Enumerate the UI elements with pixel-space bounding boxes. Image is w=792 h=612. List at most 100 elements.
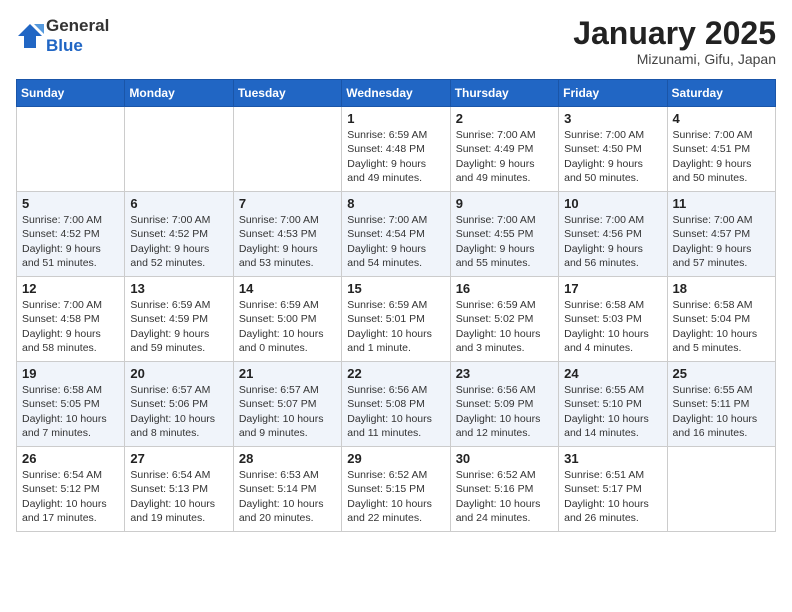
calendar-header: SundayMondayTuesdayWednesdayThursdayFrid… (17, 80, 776, 107)
day-number: 4 (673, 111, 770, 126)
calendar-cell: 2 Sunrise: 7:00 AMSunset: 4:49 PMDaylight… (450, 107, 558, 192)
day-number: 6 (130, 196, 227, 211)
calendar-cell: 1 Sunrise: 6:59 AMSunset: 4:48 PMDaylight… (342, 107, 450, 192)
day-detail: Sunrise: 7:00 AMSunset: 4:57 PMDaylight:… (673, 213, 770, 270)
day-number: 5 (22, 196, 119, 211)
calendar-cell: 21Sunrise: 6:57 AMSunset: 5:07 PMDayligh… (233, 362, 341, 447)
day-detail: Sunrise: 6:59 AMSunset: 5:01 PMDaylight:… (347, 298, 444, 355)
day-number: 18 (673, 281, 770, 296)
day-number: 7 (239, 196, 336, 211)
day-detail: Sunrise: 7:00 AMSunset: 4:52 PMDaylight:… (130, 213, 227, 270)
weekday-header-sunday: Sunday (17, 80, 125, 107)
day-detail: Sunrise: 6:58 AMSunset: 5:04 PMDaylight:… (673, 298, 770, 355)
day-number: 26 (22, 451, 119, 466)
day-number: 8 (347, 196, 444, 211)
day-detail: Sunrise: 6:51 AMSunset: 5:17 PMDaylight:… (564, 468, 661, 525)
day-number: 3 (564, 111, 661, 126)
weekday-header-saturday: Saturday (667, 80, 775, 107)
calendar-cell (17, 107, 125, 192)
day-number: 13 (130, 281, 227, 296)
calendar-cell: 7 Sunrise: 7:00 AMSunset: 4:53 PMDaylight… (233, 192, 341, 277)
day-detail: Sunrise: 7:00 AMSunset: 4:56 PMDaylight:… (564, 213, 661, 270)
day-detail: Sunrise: 6:54 AMSunset: 5:12 PMDaylight:… (22, 468, 119, 525)
day-number: 10 (564, 196, 661, 211)
day-number: 29 (347, 451, 444, 466)
calendar-cell (667, 447, 775, 532)
day-detail: Sunrise: 6:59 AMSunset: 5:02 PMDaylight:… (456, 298, 553, 355)
day-number: 9 (456, 196, 553, 211)
calendar-cell: 12Sunrise: 7:00 AMSunset: 4:58 PMDayligh… (17, 277, 125, 362)
calendar-cell (233, 107, 341, 192)
logo: General Blue (16, 16, 109, 56)
day-detail: Sunrise: 6:58 AMSunset: 5:03 PMDaylight:… (564, 298, 661, 355)
day-detail: Sunrise: 6:52 AMSunset: 5:16 PMDaylight:… (456, 468, 553, 525)
calendar-cell: 17 Sunrise: 6:58 AMSunset: 5:03 PMDayligh… (559, 277, 667, 362)
weekday-header-tuesday: Tuesday (233, 80, 341, 107)
calendar-cell: 20Sunrise: 6:57 AMSunset: 5:06 PMDayligh… (125, 362, 233, 447)
calendar-cell: 6 Sunrise: 7:00 AMSunset: 4:52 PMDaylight… (125, 192, 233, 277)
day-number: 1 (347, 111, 444, 126)
logo-general: General (46, 16, 109, 35)
day-detail: Sunrise: 6:56 AMSunset: 5:09 PMDaylight:… (456, 383, 553, 440)
day-number: 27 (130, 451, 227, 466)
calendar-cell: 3 Sunrise: 7:00 AMSunset: 4:50 PMDaylight… (559, 107, 667, 192)
day-detail: Sunrise: 7:00 AMSunset: 4:51 PMDaylight:… (673, 128, 770, 185)
day-number: 16 (456, 281, 553, 296)
day-number: 28 (239, 451, 336, 466)
day-number: 22 (347, 366, 444, 381)
day-detail: Sunrise: 7:00 AMSunset: 4:55 PMDaylight:… (456, 213, 553, 270)
calendar-cell: 27 Sunrise: 6:54 AMSunset: 5:13 PMDayligh… (125, 447, 233, 532)
calendar-cell: 31 Sunrise: 6:51 AMSunset: 5:17 PMDayligh… (559, 447, 667, 532)
weekday-header-wednesday: Wednesday (342, 80, 450, 107)
day-number: 15 (347, 281, 444, 296)
day-number: 30 (456, 451, 553, 466)
weekday-header-thursday: Thursday (450, 80, 558, 107)
calendar-cell: 22 Sunrise: 6:56 AMSunset: 5:08 PMDayligh… (342, 362, 450, 447)
calendar-cell: 8Sunrise: 7:00 AMSunset: 4:54 PMDaylight… (342, 192, 450, 277)
calendar-cell: 18 Sunrise: 6:58 AMSunset: 5:04 PMDayligh… (667, 277, 775, 362)
calendar-cell: 30 Sunrise: 6:52 AMSunset: 5:16 PMDayligh… (450, 447, 558, 532)
calendar-cell: 19Sunrise: 6:58 AMSunset: 5:05 PMDayligh… (17, 362, 125, 447)
calendar-cell: 13 Sunrise: 6:59 AMSunset: 4:59 PMDayligh… (125, 277, 233, 362)
calendar-cell: 26 Sunrise: 6:54 AMSunset: 5:12 PMDayligh… (17, 447, 125, 532)
calendar-cell: 4 Sunrise: 7:00 AMSunset: 4:51 PMDaylight… (667, 107, 775, 192)
calendar-cell: 14Sunrise: 6:59 AMSunset: 5:00 PMDayligh… (233, 277, 341, 362)
day-detail: Sunrise: 6:55 AMSunset: 5:10 PMDaylight:… (564, 383, 661, 440)
day-detail: Sunrise: 6:58 AMSunset: 5:05 PMDaylight:… (22, 383, 119, 440)
day-number: 31 (564, 451, 661, 466)
day-detail: Sunrise: 6:56 AMSunset: 5:08 PMDaylight:… (347, 383, 444, 440)
day-detail: Sunrise: 7:00 AMSunset: 4:58 PMDaylight:… (22, 298, 119, 355)
day-detail: Sunrise: 6:52 AMSunset: 5:15 PMDaylight:… (347, 468, 444, 525)
day-number: 24 (564, 366, 661, 381)
calendar-cell: 29 Sunrise: 6:52 AMSunset: 5:15 PMDayligh… (342, 447, 450, 532)
day-number: 2 (456, 111, 553, 126)
day-number: 23 (456, 366, 553, 381)
day-detail: Sunrise: 6:59 AMSunset: 4:59 PMDaylight:… (130, 298, 227, 355)
calendar-title: January 2025 (573, 16, 776, 51)
calendar-cell: 16 Sunrise: 6:59 AMSunset: 5:02 PMDayligh… (450, 277, 558, 362)
page-header: General Blue January 2025 Mizunami, Gifu… (16, 16, 776, 67)
calendar-cell (125, 107, 233, 192)
calendar-cell: 10 Sunrise: 7:00 AMSunset: 4:56 PMDayligh… (559, 192, 667, 277)
day-detail: Sunrise: 7:00 AMSunset: 4:49 PMDaylight:… (456, 128, 553, 185)
day-detail: Sunrise: 7:00 AMSunset: 4:53 PMDaylight:… (239, 213, 336, 270)
weekday-header-monday: Monday (125, 80, 233, 107)
day-detail: Sunrise: 6:57 AMSunset: 5:07 PMDaylight:… (239, 383, 336, 440)
day-number: 17 (564, 281, 661, 296)
day-detail: Sunrise: 6:59 AMSunset: 5:00 PMDaylight:… (239, 298, 336, 355)
logo-icon (16, 22, 44, 50)
calendar-cell: 25 Sunrise: 6:55 AMSunset: 5:11 PMDayligh… (667, 362, 775, 447)
calendar-cell: 15 Sunrise: 6:59 AMSunset: 5:01 PMDayligh… (342, 277, 450, 362)
calendar-subtitle: Mizunami, Gifu, Japan (573, 51, 776, 67)
day-detail: Sunrise: 7:00 AMSunset: 4:50 PMDaylight:… (564, 128, 661, 185)
day-number: 25 (673, 366, 770, 381)
calendar-cell: 11 Sunrise: 7:00 AMSunset: 4:57 PMDayligh… (667, 192, 775, 277)
day-number: 20 (130, 366, 227, 381)
calendar-cell: 24 Sunrise: 6:55 AMSunset: 5:10 PMDayligh… (559, 362, 667, 447)
day-detail: Sunrise: 6:54 AMSunset: 5:13 PMDaylight:… (130, 468, 227, 525)
day-detail: Sunrise: 6:59 AMSunset: 4:48 PMDaylight:… (347, 128, 444, 185)
day-detail: Sunrise: 7:00 AMSunset: 4:52 PMDaylight:… (22, 213, 119, 270)
calendar-cell: 9 Sunrise: 7:00 AMSunset: 4:55 PMDaylight… (450, 192, 558, 277)
day-detail: Sunrise: 6:55 AMSunset: 5:11 PMDaylight:… (673, 383, 770, 440)
day-number: 11 (673, 196, 770, 211)
